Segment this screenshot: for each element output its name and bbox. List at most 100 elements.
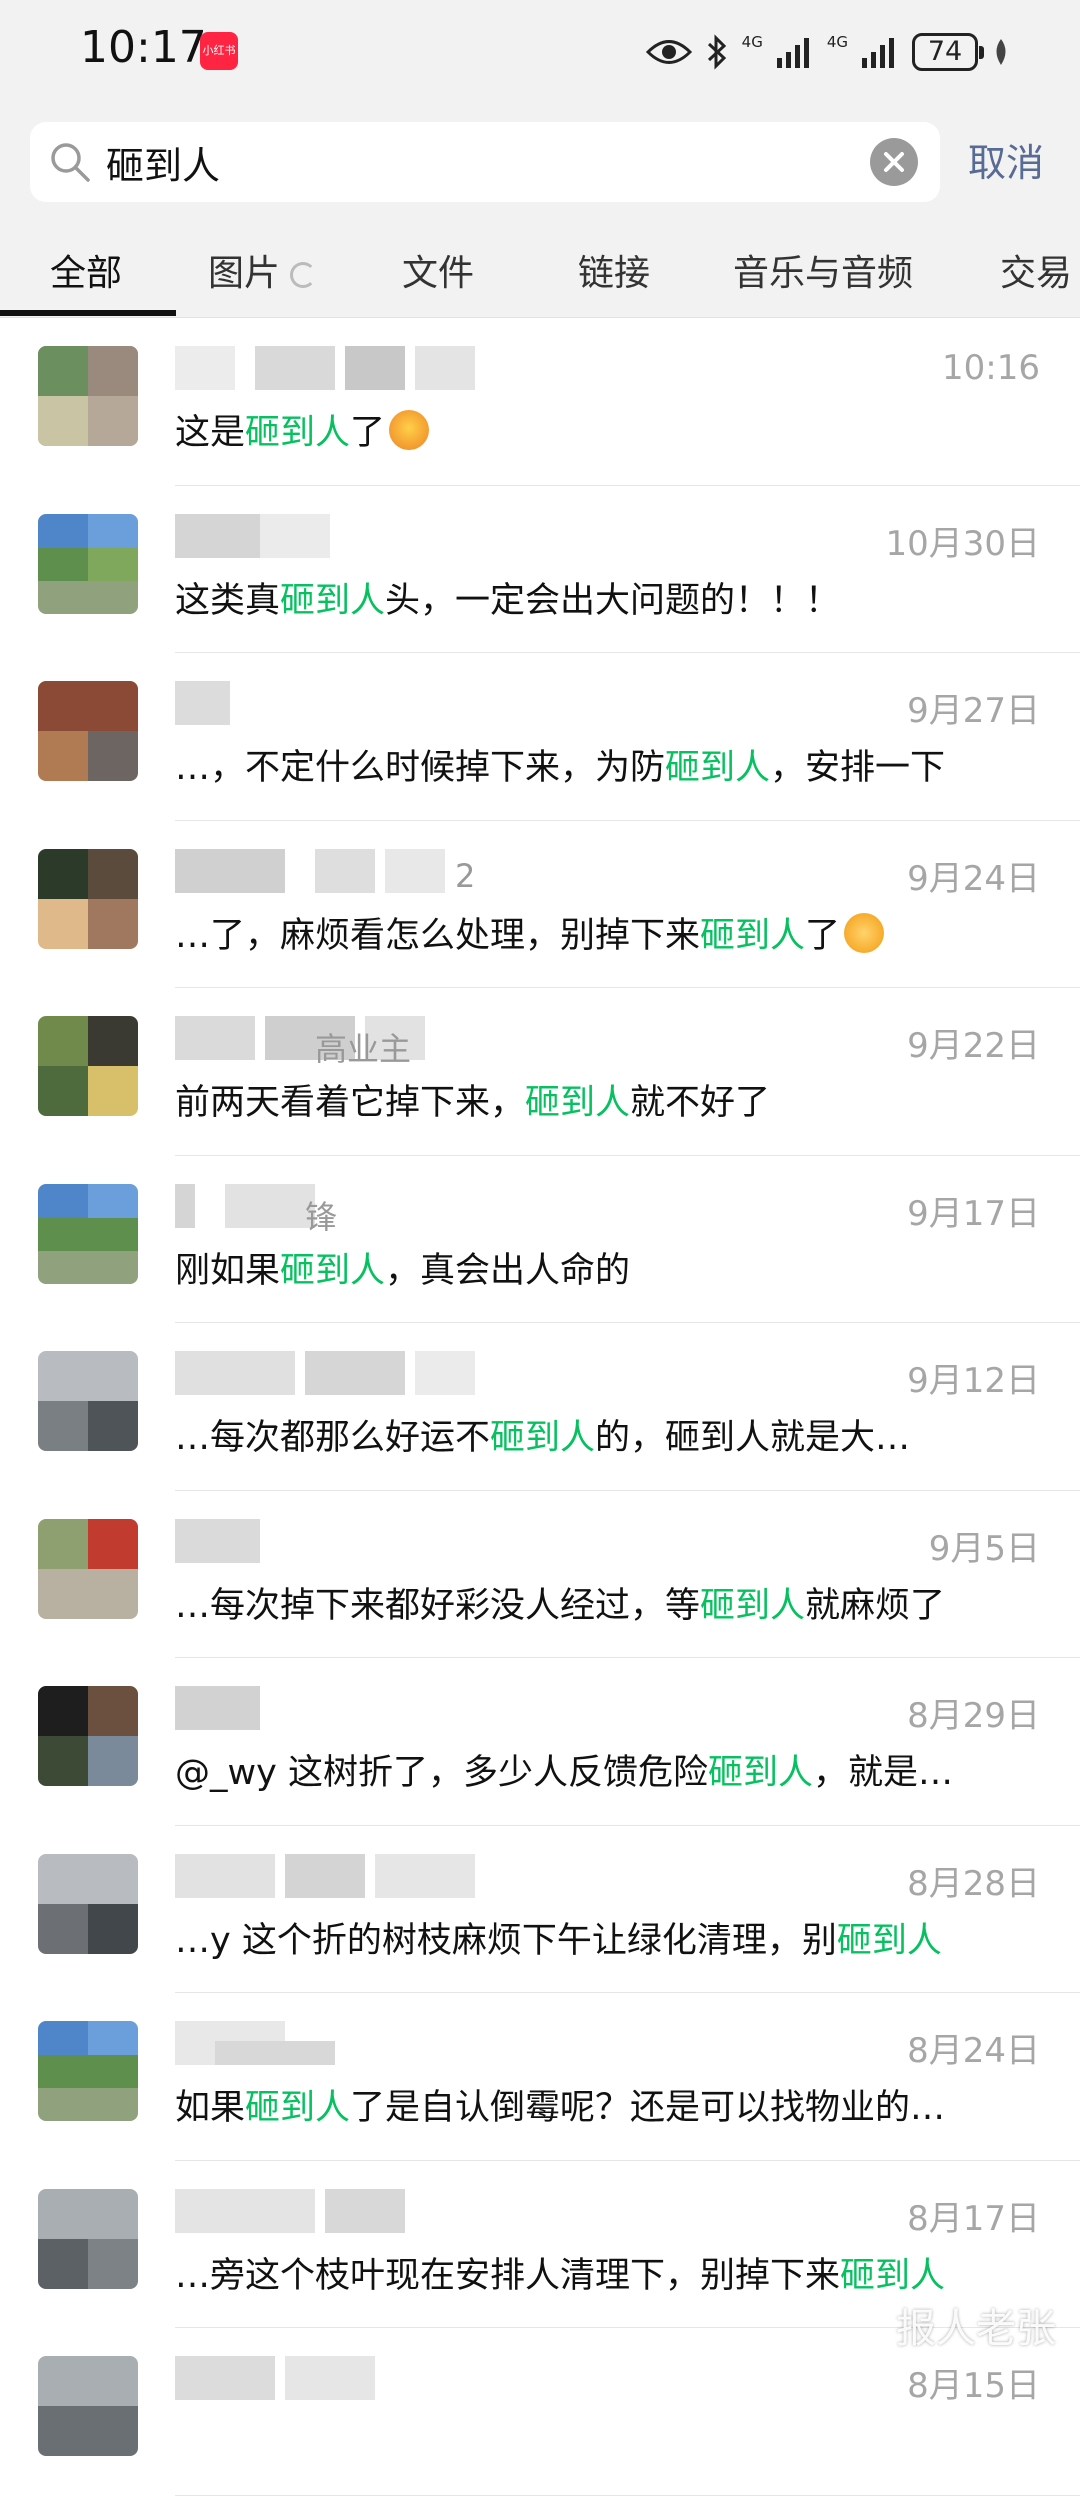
contact-name-blurred [175,2189,475,2233]
filter-tabs: 全部 图片 文件 链接 音乐与音频 交易 [0,218,1080,318]
tab-music-audio[interactable]: 音乐与音频 [733,244,913,296]
keyword-highlight: 砸到人 [700,916,805,956]
status-bar: 10:17 小红书 4G 4G 74 [0,0,1080,110]
cancel-button[interactable]: 取消 [968,132,1044,187]
keyword-highlight: 砸到人 [700,1586,805,1626]
message-snippet: …每次掉下来都好彩没人经过，等砸到人就麻烦了 [175,1577,945,1628]
message-snippet: …了，麻烦看怎么处理，别掉下来砸到人了 [175,907,884,958]
app-badge: 小红书 [200,32,238,70]
avatar [38,1519,138,1619]
search-box[interactable] [30,122,940,202]
contact-name-blurred [175,1854,475,1898]
keyword-highlight: 砸到人 [665,748,770,788]
message-date: 9月12日 [907,1353,1040,1402]
keyword-highlight: 砸到人 [280,581,385,621]
network-label-2: 4G [827,35,848,50]
message-snippet: 如果砸到人了是自认倒霉呢？还是可以找物业的… [175,2079,945,2130]
message-date: 9月22日 [907,1018,1040,1067]
tab-images-label: 图片 [208,253,280,294]
message-date: 8月24日 [907,2023,1040,2072]
signal-icon [777,36,813,68]
contact-name-blurred [175,346,475,390]
battery-icon: 74 [912,33,978,71]
clear-search-button[interactable] [870,138,918,186]
message-date: 8月17日 [907,2191,1040,2240]
avatar [38,1351,138,1451]
message-snippet: 前两天看着它掉下来，砸到人就不好了 [175,1074,770,1125]
keyword-highlight: 砸到人 [280,1251,385,1291]
tab-transactions[interactable]: 交易 [1000,244,1072,296]
result-row[interactable]: 8月29日 @_wy 这树折了，多少人反馈危险砸到人，就是… [0,1658,1080,1826]
keyword-highlight: 砸到人 [840,2256,945,2296]
avatar [38,2189,138,2289]
avatar [38,2356,138,2456]
tab-files[interactable]: 文件 [402,244,474,296]
keyword-highlight: 砸到人 [245,413,350,453]
network-label-1: 4G [742,35,763,50]
avatar [38,1686,138,1786]
active-tab-indicator [0,310,176,316]
contact-name-blurred [175,681,475,725]
result-row[interactable]: 2 9月24日 …了，麻烦看怎么处理，别掉下来砸到人了 [0,821,1080,989]
eye-icon [646,37,692,67]
keyword-highlight: 砸到人 [525,1083,630,1123]
message-date: 9月17日 [907,1186,1040,1235]
avatar [38,1854,138,1954]
angry-face-emoji-icon [389,410,429,450]
keyword-highlight: 砸到人 [245,2088,350,2128]
contact-name-fragment: 锋 [305,1192,337,1238]
message-date: 8月15日 [907,2358,1040,2407]
contact-name-blurred [175,2021,475,2065]
message-date: 9月5日 [929,1521,1040,1570]
message-date: 10月30日 [885,516,1040,565]
bluetooth-icon [706,34,728,70]
message-snippet: 这是砸到人了 [175,404,429,455]
contact-name-blurred [175,1351,475,1395]
message-snippet: 刚如果砸到人，真会出人命的 [175,1242,630,1293]
result-row[interactable]: 9月12日 …每次都那么好运不砸到人的，砸到人就是大… [0,1323,1080,1491]
result-row[interactable]: 高业主 9月22日 前两天看着它掉下来，砸到人就不好了 [0,988,1080,1156]
avatar [38,1184,138,1284]
watermark: 报人老张 [896,2296,1056,2354]
message-snippet: …y 这个折的树枝麻烦下午让绿化清理，别砸到人 [175,1912,942,1963]
result-row[interactable]: 8月28日 …y 这个折的树枝麻烦下午让绿化清理，别砸到人 [0,1826,1080,1994]
avatar [38,346,138,446]
avatar [38,2021,138,2121]
message-snippet: …旁这个枝叶现在安排人清理下，别掉下来砸到人 [175,2247,945,2298]
search-icon [48,140,92,184]
result-row[interactable]: 9月5日 …每次掉下来都好彩没人经过，等砸到人就麻烦了 [0,1491,1080,1659]
message-date: 8月29日 [907,1688,1040,1737]
message-snippet: …每次都那么好运不砸到人的，砸到人就是大… [175,1409,910,1460]
message-snippet: @_wy 这树折了，多少人反馈危险砸到人，就是… [175,1744,953,1795]
message-date: 10:16 [942,348,1040,388]
avatar [38,849,138,949]
result-row[interactable]: 8月24日 如果砸到人了是自认倒霉呢？还是可以找物业的… [0,1993,1080,2161]
status-time: 10:17 [80,22,207,73]
contact-name-fragment: 高业主 [315,1024,411,1070]
leaf-icon [992,37,1010,67]
contact-name-blurred [175,1686,475,1730]
message-date: 9月24日 [907,851,1040,900]
result-row[interactable]: 10月30日 这类真砸到人头，一定会出大问题的！！！ [0,486,1080,654]
search-input[interactable] [106,132,866,192]
search-results-list: 10:16 这是砸到人了 10月30日 这类真砸到人头，一定会出大问题的！！！ … [0,318,1080,2496]
avatar [38,514,138,614]
contact-name-blurred [175,2356,475,2400]
contact-name-blurred [175,1519,475,1563]
keyword-highlight: 砸到人 [708,1753,813,1793]
tab-links[interactable]: 链接 [578,244,650,296]
tab-all[interactable]: 全部 [50,244,122,296]
keyword-highlight: 砸到人 [490,1418,595,1458]
avatar [38,1016,138,1116]
result-row[interactable]: 10:16 这是砸到人了 [0,318,1080,486]
result-row[interactable]: 9月27日 …，不定什么时候掉下来，为防砸到人，安排一下 [0,653,1080,821]
signal-icon-2 [862,36,898,68]
loading-spinner-icon [290,262,316,288]
status-icons: 4G 4G 74 [646,28,1010,76]
tab-images[interactable]: 图片 [208,244,316,296]
message-snippet: …，不定什么时候掉下来，为防砸到人，安排一下 [175,739,945,790]
message-date: 9月27日 [907,683,1040,732]
result-row[interactable]: 锋 9月17日 刚如果砸到人，真会出人命的 [0,1156,1080,1324]
contact-name-blurred [175,849,475,893]
search-area: 取消 [0,110,1080,218]
